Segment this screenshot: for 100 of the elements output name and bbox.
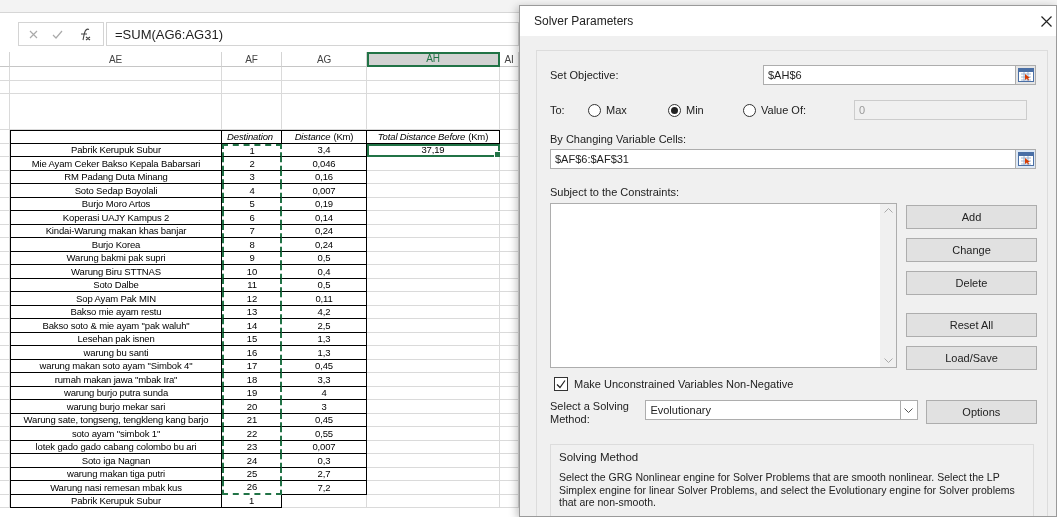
table-cell: warung burjo mekar sari	[10, 400, 222, 414]
objective-field[interactable]: $AH$6	[763, 65, 1036, 85]
table-cell: Warung Biru STTNAS	[10, 265, 222, 279]
table-cell: Kindai-Warung makan khas banjar	[10, 224, 222, 238]
table-cell: 0,45	[282, 413, 367, 427]
to-label: To:	[550, 104, 566, 116]
table-cell: Warung sate, tongseng, tengkleng kang barjo	[10, 413, 222, 427]
table-cell: Bakso soto & mie ayam "pak waluh"	[10, 319, 222, 333]
column-header[interactable]: AE	[10, 52, 222, 67]
table-cell: 4	[222, 184, 282, 198]
table-cell: 0,4	[282, 265, 367, 279]
table-cell: soto ayam "simbok 1"	[10, 427, 222, 441]
column-heading: Destination	[222, 130, 282, 144]
table-cell: Pabrik Kerupuk Subur	[10, 143, 222, 157]
table-cell: 6	[222, 211, 282, 225]
table-cell: 25	[222, 467, 282, 481]
table-cell: 15	[222, 332, 282, 346]
set-objective-label: Set Objective:	[550, 69, 620, 81]
table-cell: 0,55	[282, 427, 367, 441]
table-cell: RM Padang Duta Minang	[10, 170, 222, 184]
table-cell: 21	[222, 413, 282, 427]
table-cell: 0,24	[282, 224, 367, 238]
table-cell: Mie Ayam Ceker Bakso Kepala Babarsari	[10, 157, 222, 171]
table-cell: Soto Dalbe	[10, 278, 222, 292]
table-cell: 11	[222, 278, 282, 292]
table-cell: Warung nasi remesan mbak kus	[10, 481, 222, 495]
table-cell: 7	[222, 224, 282, 238]
dialog-button[interactable]: Delete	[906, 271, 1037, 295]
table-cell: 3	[222, 170, 282, 184]
dialog-button[interactable]: Load/Save	[906, 346, 1037, 370]
table-cell: 0,16	[282, 170, 367, 184]
dialog-button[interactable]: Reset All	[906, 313, 1037, 337]
table-cell: 2	[222, 157, 282, 171]
table-cell: 17	[222, 359, 282, 373]
table-cell: 23	[222, 440, 282, 454]
table-cell: Bakso mie ayam restu	[10, 305, 222, 319]
table-cell: 0,11	[282, 292, 367, 306]
table-cell: 2,5	[282, 319, 367, 333]
table-cell: 2,7	[282, 467, 367, 481]
table-cell: 22	[222, 427, 282, 441]
table-cell: lotek gado gado cabang colombo bu ari	[10, 440, 222, 454]
table-cell: 1,3	[282, 332, 367, 346]
radio-label: Value Of:	[761, 104, 807, 116]
description-text: Select the GRG Nonlinear engine for Solver Problems that are smooth nonlinear. Select the LP Simplex engine for linear Solver Problems, and select the Evolutionary engine for Solver problems that are non-smooth.	[559, 471, 1016, 509]
table-cell: 0,007	[282, 440, 367, 454]
formula-field[interactable]: =SUM(AG6:AG31)	[106, 22, 519, 46]
table-cell: 16	[222, 346, 282, 360]
table-cell: 4	[282, 386, 367, 400]
constraints-label: Subject to the Constraints:	[550, 186, 680, 198]
table-cell: warung bu santi	[10, 346, 222, 360]
table-cell: Burjo Korea	[10, 238, 222, 252]
table-cell: 1	[222, 143, 282, 157]
table-cell: Koperasi UAJY Kampus 2	[10, 211, 222, 225]
table-cell: 0,45	[282, 359, 367, 373]
group-title: Solving Method	[559, 451, 640, 463]
changing-cells-label: By Changing Variable Cells:	[550, 133, 688, 145]
table-cell: Lesehan pak isnen	[10, 332, 222, 346]
table-cell: Sop Ayam Pak MIN	[10, 292, 222, 306]
solving-method-label: Select a Solving Method:	[550, 400, 630, 426]
table-cell: 10	[222, 265, 282, 279]
table-cell: 0,007	[282, 184, 367, 198]
variable-cells-field[interactable]: $AF$6:$AF$31	[550, 149, 1036, 169]
table-cell: 1,3	[282, 346, 367, 360]
table-cell: 0,046	[282, 157, 367, 171]
table-cell: 3,3	[282, 373, 367, 387]
column-header[interactable]: AF	[222, 52, 282, 67]
table-cell: Soto Sedap Boyolali	[10, 184, 222, 198]
checkbox-label: Make Unconstrained Variables Non-Negative	[574, 378, 794, 390]
table-cell: 0,5	[282, 278, 367, 292]
dialog-button[interactable]: Add	[906, 205, 1037, 229]
dialog-button[interactable]: Change	[906, 238, 1037, 262]
column-heading: Distance (Km)	[282, 130, 367, 144]
table-cell: 20	[222, 400, 282, 414]
table-cell: 4,2	[282, 305, 367, 319]
table-cell: Burjo Moro Artos	[10, 197, 222, 211]
table-cell: warung makan tiga putri	[10, 467, 222, 481]
table-cell: 9	[222, 251, 282, 265]
table-cell[interactable]: 37,19	[367, 143, 500, 157]
table-cell: 0,24	[282, 238, 367, 252]
table-cell: 0,5	[282, 251, 367, 265]
radio-label: Max	[606, 104, 627, 116]
table-cell: 3,4	[282, 143, 367, 157]
column-header[interactable]: AH	[367, 52, 500, 67]
method-dropdown[interactable]: Evolutionary	[645, 400, 918, 420]
table-cell: 0,3	[282, 454, 367, 468]
options-button[interactable]: Options	[925, 400, 1037, 424]
table-cell: 3	[282, 400, 367, 414]
table-cell: Warung bakmi pak supri	[10, 251, 222, 265]
table-cell: 5	[222, 197, 282, 211]
radio-label: Min	[686, 104, 704, 116]
table-cell: Soto iga Nagnan	[10, 454, 222, 468]
table-cell: 18	[222, 373, 282, 387]
table-cell: 13	[222, 305, 282, 319]
table-cell: 26	[222, 481, 282, 495]
table-cell: 12	[222, 292, 282, 306]
table-cell: 7,2	[282, 481, 367, 495]
table-cell: 8	[222, 238, 282, 252]
table-cell: 1	[222, 494, 282, 508]
column-heading: Total Distance Before (Km)	[367, 130, 500, 144]
dialog-title: Solver Parameters	[534, 14, 634, 28]
